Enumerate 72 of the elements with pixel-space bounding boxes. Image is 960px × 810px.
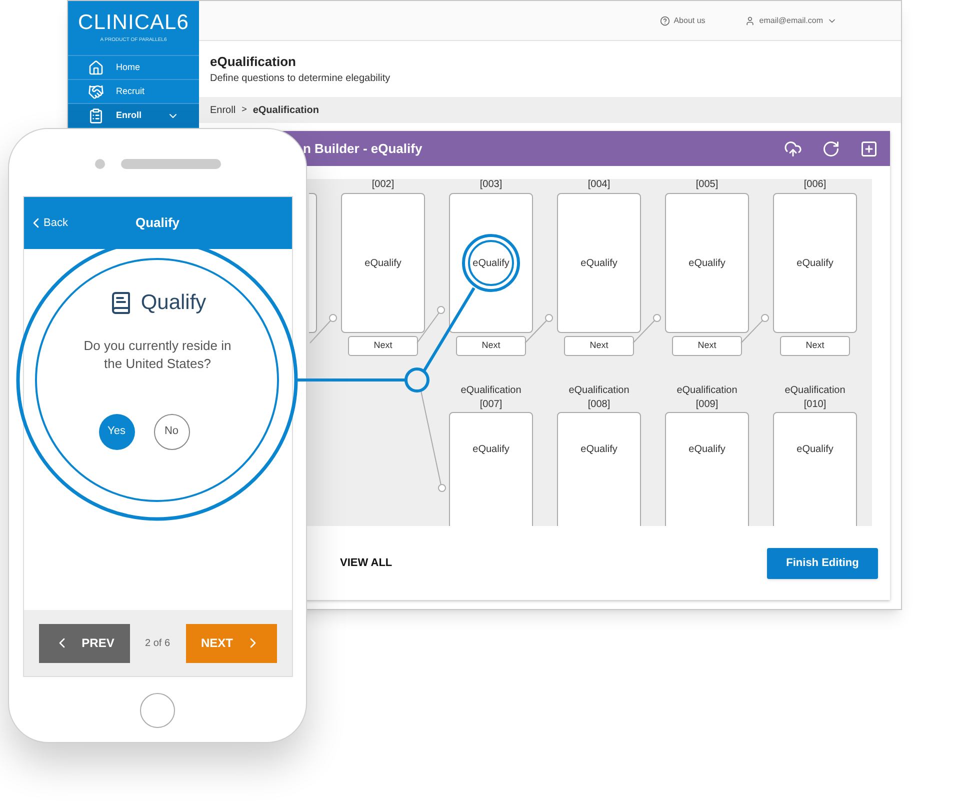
answer-option[interactable]: No	[154, 414, 190, 450]
connector-line	[740, 314, 769, 344]
card-text: eQualify	[580, 442, 618, 456]
card-title: eQualification	[460, 384, 522, 398]
page-indicator: 2 of 6	[144, 636, 170, 650]
logo: CLINICAL6	[78, 12, 189, 33]
question-card[interactable]: eQualify	[773, 193, 857, 333]
view-all-link[interactable]: VIEW ALL	[340, 554, 392, 572]
sidebar-item[interactable]: Home	[68, 55, 199, 79]
about-link[interactable]: About us	[660, 14, 706, 26]
next-button[interactable]: Next	[456, 336, 526, 356]
account-menu[interactable]: email@email.com	[745, 14, 837, 26]
upload-icon[interactable]	[784, 140, 802, 158]
connector-line	[632, 314, 661, 344]
next-button[interactable]: Next	[564, 336, 634, 356]
question-card[interactable]: eQualify	[665, 412, 749, 526]
finish-editing-button[interactable]: Finish Editing	[767, 548, 878, 578]
next-button[interactable]: Next	[672, 336, 742, 356]
card-label: [004]	[588, 179, 610, 192]
card-label: [010]	[804, 398, 826, 412]
question-card[interactable]: eQualify	[665, 193, 749, 333]
question-card[interactable]: eQualify	[449, 193, 533, 333]
card-title: eQualification	[784, 384, 846, 398]
card-label: [002]	[372, 179, 394, 192]
question-card[interactable]: eQualify	[449, 412, 533, 526]
card-text: eQualify	[796, 256, 834, 270]
connector-line	[524, 314, 553, 344]
prev-button[interactable]: PREV	[38, 624, 130, 662]
connector-line	[416, 306, 445, 344]
card-title: eQualification	[676, 384, 738, 398]
answer-option[interactable]: Yes	[98, 414, 134, 450]
breadcrumb-link[interactable]: eQualification	[252, 102, 319, 118]
card-label: [009]	[696, 398, 718, 412]
sidebar-item[interactable]: Enroll	[68, 103, 199, 127]
card-title: eQualification	[568, 384, 630, 398]
user-icon	[745, 16, 756, 26]
question-card[interactable]: eQualify	[557, 412, 641, 526]
question-card[interactable]: eQualify	[773, 412, 857, 526]
add-icon[interactable]	[860, 140, 878, 158]
card-label: [003]	[480, 179, 502, 192]
home-icon	[88, 60, 104, 76]
refresh-icon[interactable]	[822, 140, 840, 158]
card-text: eQualify	[688, 442, 726, 456]
screen-title: Qualify	[135, 214, 180, 232]
card-text: eQualify	[796, 442, 834, 456]
card-label: [006]	[804, 179, 826, 192]
pointer-node	[404, 368, 430, 392]
question-heading: Qualify	[140, 290, 206, 316]
next-button[interactable]: Next	[348, 336, 418, 356]
page-subtitle: Define questions to determine elegability	[210, 72, 392, 86]
question-card[interactable]: eQualify	[341, 193, 425, 333]
card-text: eQualify	[468, 240, 514, 286]
question-card[interactable]: eQualify	[557, 193, 641, 333]
help-icon	[660, 16, 670, 26]
card-text: eQualify	[472, 442, 510, 456]
card-label: [007]	[480, 398, 502, 412]
breadcrumb-link[interactable]: Enroll	[210, 102, 236, 118]
back-button[interactable]: Back	[28, 214, 68, 232]
card-text: eQualify	[364, 256, 402, 270]
connector-line	[310, 314, 337, 344]
next-button[interactable]: Next	[780, 336, 850, 356]
card-label: [005]	[696, 179, 718, 192]
breadcrumb-separator: >	[242, 103, 247, 116]
page-title: eQualification	[210, 52, 297, 71]
phone-camera	[94, 159, 104, 169]
handshake-icon	[88, 84, 104, 100]
question-text: Do you currently reside in the United States?	[82, 336, 232, 372]
clipboard-icon	[88, 108, 104, 124]
card-text: eQualify	[688, 256, 726, 270]
card-text: eQualify	[580, 256, 618, 270]
card-label: [008]	[588, 398, 610, 412]
builder-title: n Builder - eQualify	[303, 140, 424, 158]
